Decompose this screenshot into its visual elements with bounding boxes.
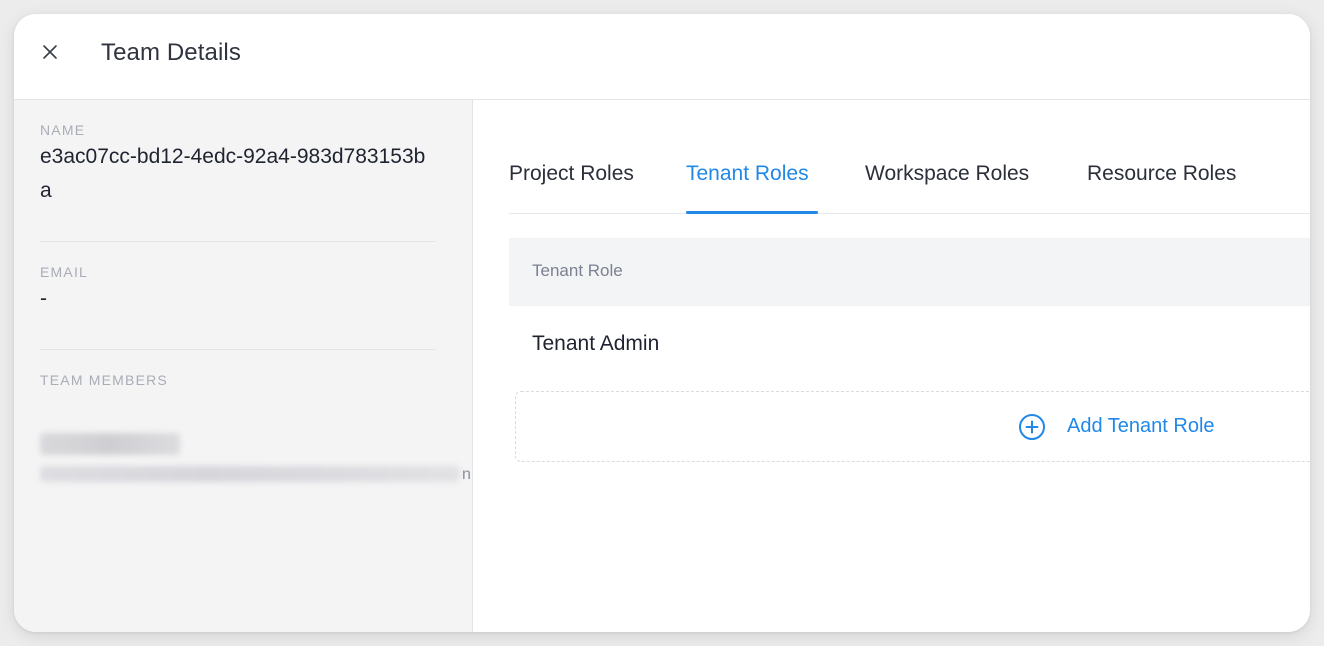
tab-resource-roles[interactable]: Resource Roles: [1087, 162, 1236, 186]
member-email-redacted: [40, 466, 460, 482]
add-tenant-role-label: Add Tenant Role: [1067, 415, 1215, 437]
team-details-modal: Team Details NAME e3ac07cc-bd12-4edc-92a…: [14, 14, 1310, 632]
active-tab-indicator: [686, 211, 818, 214]
email-label: EMAIL: [40, 264, 89, 280]
email-value: -: [40, 287, 47, 310]
name-value: e3ac07cc-bd12-4edc-92a4-983d783153ba: [40, 145, 426, 202]
team-members-label: TEAM MEMBERS: [40, 372, 168, 388]
tenant-role-cell: Tenant Admin: [532, 332, 660, 355]
tab-tenant-roles[interactable]: Tenant Roles: [686, 162, 809, 186]
tab-project-roles[interactable]: Project Roles: [509, 162, 634, 186]
team-info-panel: NAME e3ac07cc-bd12-4edc-92a4-983d783153b…: [14, 100, 473, 632]
divider: [40, 241, 436, 242]
page-title: Team Details: [101, 39, 241, 66]
divider: [40, 349, 436, 350]
member-name-redacted: [40, 433, 180, 455]
tab-workspace-roles[interactable]: Workspace Roles: [865, 162, 1029, 186]
member-email-tail: n: [462, 466, 471, 483]
table-row: Tenant Admin: [509, 306, 1310, 382]
plus-circle-icon: [1018, 413, 1046, 441]
name-field: NAME e3ac07cc-bd12-4edc-92a4-983d783153b…: [40, 122, 436, 208]
team-members-field: TEAM MEMBERS: [40, 372, 436, 388]
email-field: EMAIL -: [40, 264, 436, 316]
add-tenant-role-button[interactable]: Add Tenant Role: [515, 391, 1310, 462]
name-label: NAME: [40, 122, 86, 138]
role-tabs: Project Roles Tenant Roles Workspace Rol…: [509, 148, 1310, 214]
column-header-tenant-role: Tenant Role: [532, 261, 623, 280]
modal-header: Team Details: [14, 14, 1310, 100]
table-header-row: Tenant Role: [509, 238, 1310, 306]
close-button[interactable]: [36, 38, 64, 66]
close-icon: [43, 45, 57, 59]
roles-panel: Project Roles Tenant Roles Workspace Rol…: [474, 100, 1310, 632]
